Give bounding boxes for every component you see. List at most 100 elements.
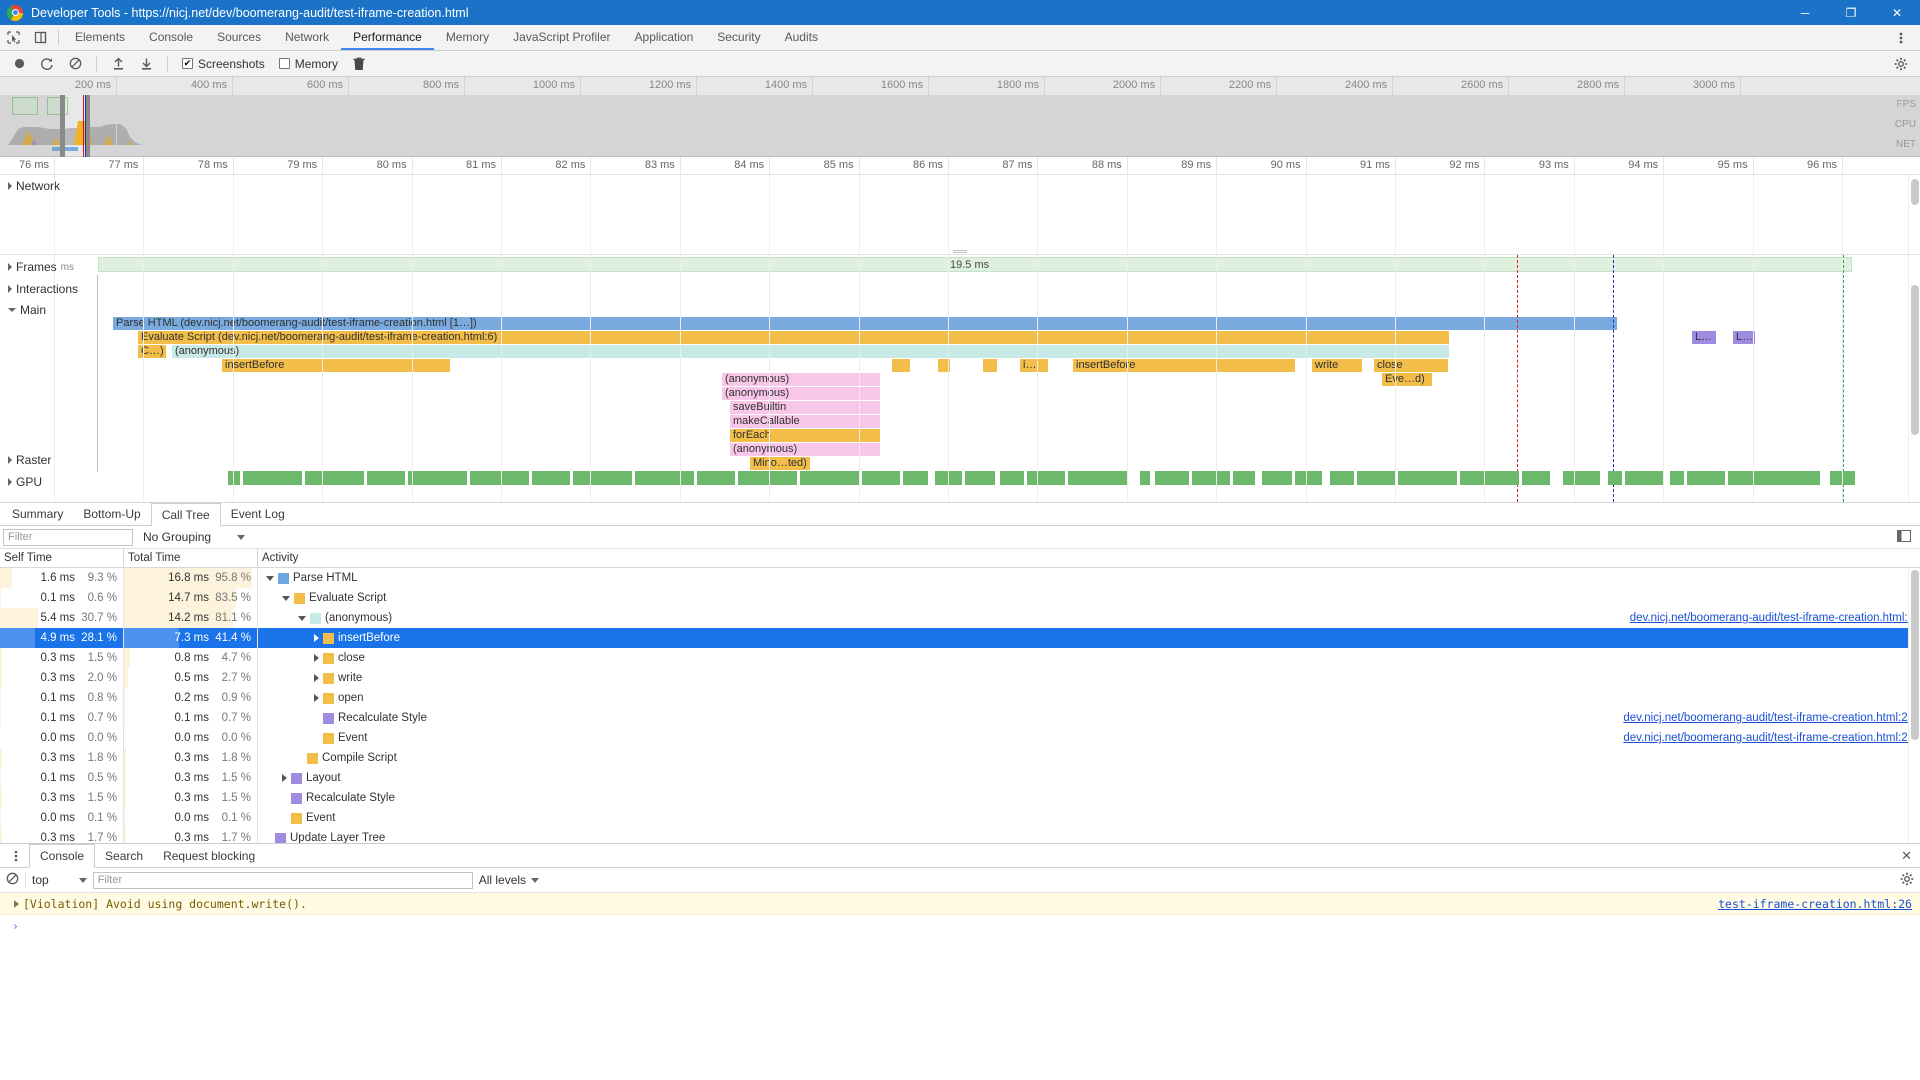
activity-source-link[interactable]: dev.nicj.net/boomerang-audit/test-iframe… — [1623, 732, 1920, 744]
flame-event[interactable]: (anonymous) — [722, 373, 880, 386]
tab-summary[interactable]: Summary — [2, 503, 73, 525]
gpu-event[interactable] — [1140, 471, 1150, 485]
flame-event[interactable] — [341, 255, 346, 268]
record-button[interactable] — [6, 53, 32, 75]
flame-event[interactable] — [1262, 255, 1272, 268]
flame-event[interactable] — [1107, 255, 1117, 268]
tab-sources[interactable]: Sources — [205, 25, 273, 50]
flame-event[interactable]: Eve…d) — [1382, 373, 1432, 386]
tab-memory[interactable]: Memory — [434, 25, 501, 50]
flame-event[interactable] — [1138, 255, 1156, 268]
gpu-event[interactable] — [1330, 471, 1550, 485]
sidebar-toggle[interactable] — [1897, 529, 1917, 545]
flame-event[interactable]: Parse HTML (dev.nicj.net/boomerang-audit… — [113, 317, 1617, 330]
frames-section-header[interactable]: Frames ms — [8, 260, 74, 274]
gpu-event[interactable] — [1155, 471, 1255, 485]
window-maximize-button[interactable]: ❐ — [1828, 0, 1874, 25]
table-row[interactable]: 5.4 ms 30.7 % 14.2 ms 81.1 % (anonymous) dev.… — [0, 608, 1920, 628]
load-profile-button[interactable] — [105, 53, 131, 75]
flame-event[interactable] — [1188, 255, 1192, 268]
drawer-tab-search[interactable]: Search — [95, 844, 153, 867]
column-header-activity[interactable]: Activity — [258, 549, 1920, 567]
tab-application[interactable]: Application — [623, 25, 706, 50]
flame-event[interactable] — [358, 255, 363, 268]
scrollbar-thumb[interactable] — [1911, 179, 1919, 205]
network-scrollbar[interactable] — [1908, 175, 1920, 254]
timeline-ruler[interactable]: 76 ms 77 ms 78 ms 79 ms 80 ms 81 ms 82 ms 83 ms… — [0, 157, 1920, 175]
flame-event[interactable] — [1130, 255, 1134, 268]
flame-event[interactable]: forEach — [730, 429, 880, 442]
toggle-device-toolbar-icon[interactable] — [27, 25, 54, 50]
console-message-source-link[interactable]: test-iframe-creation.html:26 — [1718, 897, 1920, 911]
tab-elements[interactable]: Elements — [63, 25, 137, 50]
table-row[interactable]: 0.3 ms 1.8 % 0.3 ms 1.8 % Compile Script — [0, 748, 1920, 768]
table-row[interactable]: 0.3 ms 1.5 % 0.8 ms 4.7 % close — [0, 648, 1920, 668]
chevron-right-icon[interactable] — [314, 674, 319, 682]
column-header-self-time[interactable]: Self Time — [0, 549, 124, 567]
table-row[interactable]: 0.1 ms 0.8 % 0.2 ms 0.9 % open — [0, 688, 1920, 708]
flame-event[interactable] — [1466, 255, 1490, 268]
flame-event[interactable]: (anonymous) — [730, 443, 880, 456]
chevron-right-icon[interactable] — [314, 634, 319, 642]
table-row[interactable]: 0.3 ms 1.5 % 0.3 ms 1.5 % Recalculate Style — [0, 788, 1920, 808]
drawer-tab-request-blocking[interactable]: Request blocking — [153, 844, 265, 867]
flame-event[interactable] — [1505, 255, 1509, 268]
gpu-event[interactable] — [935, 471, 995, 485]
table-row[interactable]: 0.3 ms 2.0 % 0.5 ms 2.7 % write — [0, 668, 1920, 688]
activity-source-link[interactable]: dev.nicj.net/boomerang-audit/test-iframe… — [1630, 612, 1920, 624]
gpu-event[interactable] — [1608, 471, 1663, 485]
main-section-header[interactable]: Main — [8, 303, 46, 317]
call-tree-body[interactable]: 1.6 ms 9.3 % 16.8 ms 95.8 % Parse HTML 0.1 ms… — [0, 568, 1920, 843]
flame-event[interactable] — [1430, 255, 1435, 268]
capture-settings-gear-icon[interactable] — [1888, 53, 1914, 75]
raster-section-header[interactable]: Raster — [8, 453, 51, 467]
gpu-event[interactable] — [1560, 471, 1600, 485]
flame-event[interactable] — [330, 255, 338, 268]
execution-context-select[interactable]: top — [25, 873, 87, 887]
flame-event[interactable]: write — [1312, 359, 1362, 372]
flame-event[interactable] — [1355, 255, 1359, 268]
window-minimize-button[interactable]: ─ — [1782, 0, 1828, 25]
flame-event[interactable] — [380, 255, 383, 268]
more-options-icon[interactable] — [1887, 31, 1914, 45]
flame-event[interactable]: Evaluate Script (dev.nicj.net/boomerang-… — [138, 331, 1449, 344]
chevron-right-icon[interactable] — [314, 694, 319, 702]
overview-window-left-handle[interactable] — [60, 95, 65, 157]
flame-event[interactable] — [1438, 255, 1443, 268]
drawer-close-button[interactable]: ✕ — [1901, 848, 1912, 864]
console-filter-input[interactable]: Filter — [92, 871, 473, 889]
table-row[interactable]: 0.3 ms 1.7 % 0.3 ms 1.7 % Update Layer Tree — [0, 828, 1920, 843]
chevron-right-icon[interactable] — [314, 654, 319, 662]
gpu-event-band[interactable] — [0, 471, 1920, 485]
table-row[interactable]: 1.6 ms 9.3 % 16.8 ms 95.8 % Parse HTML — [0, 568, 1920, 588]
flame-scrollbar[interactable] — [1908, 255, 1920, 502]
console-message-violation[interactable]: [Violation] Avoid using document.write()… — [0, 893, 1920, 915]
gpu-section-header[interactable]: GPU — [8, 475, 42, 489]
flame-event[interactable] — [372, 255, 376, 268]
clear-recording-button[interactable] — [62, 53, 88, 75]
tab-call-tree[interactable]: Call Tree — [150, 503, 221, 526]
call-tree-filter-input[interactable]: Filter — [3, 528, 133, 546]
tab-network[interactable]: Network — [273, 25, 341, 50]
flame-event[interactable] — [1455, 255, 1461, 268]
table-row[interactable]: 0.0 ms 0.1 % 0.0 ms 0.1 % Event — [0, 808, 1920, 828]
call-tree-scrollbar[interactable] — [1908, 568, 1920, 843]
clear-console-icon[interactable] — [6, 872, 19, 888]
flame-event[interactable]: Mino…ted) — [750, 457, 810, 470]
memory-checkbox[interactable]: Memory — [273, 57, 344, 71]
inspect-element-icon[interactable] — [0, 25, 27, 50]
flame-event[interactable] — [350, 255, 354, 268]
console-log-levels-select[interactable]: All levels — [479, 873, 540, 887]
table-row[interactable]: 0.0 ms 0.0 % 0.0 ms 0.0 % Event dev.nicj.net/… — [0, 728, 1920, 748]
tab-bottom-up[interactable]: Bottom-Up — [73, 503, 150, 525]
flame-event[interactable]: insertBefore — [222, 359, 450, 372]
tab-javascript-profiler[interactable]: JavaScript Profiler — [501, 25, 622, 50]
chevron-down-icon[interactable] — [298, 615, 306, 621]
flame-event[interactable] — [1498, 255, 1502, 268]
flame-event[interactable] — [1520, 255, 1526, 268]
flame-event[interactable] — [1300, 255, 1308, 268]
flame-event[interactable] — [1812, 255, 1830, 268]
tab-performance[interactable]: Performance — [341, 25, 434, 50]
column-header-total-time[interactable]: Total Time — [124, 549, 258, 567]
grouping-select[interactable]: No Grouping — [139, 530, 249, 544]
